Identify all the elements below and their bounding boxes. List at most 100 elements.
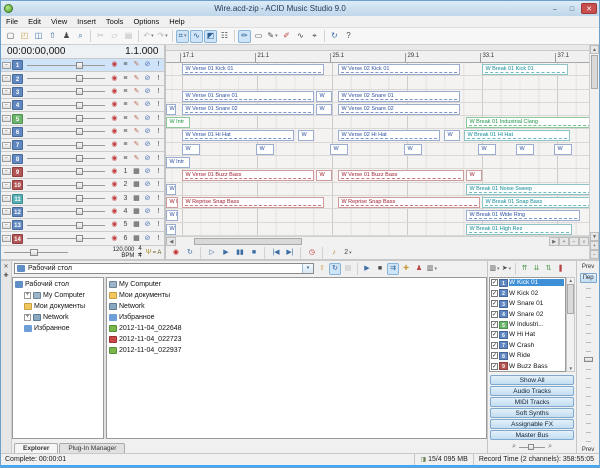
- metronome-button[interactable]: ♪: [328, 247, 339, 258]
- checkbox-icon[interactable]: ✓: [491, 311, 498, 318]
- auto-preview-icon[interactable]: ⇉: [387, 263, 399, 275]
- volume-slider-handle[interactable]: [76, 168, 83, 175]
- track-volume-slider[interactable]: [27, 141, 105, 150]
- volume-slider-handle[interactable]: [76, 62, 83, 69]
- minimize-track-icon[interactable]: −: [2, 75, 11, 82]
- timeline-track-row[interactable]: W InW Break 01 High Rez: [166, 223, 589, 236]
- go-to-end-button[interactable]: ▶|: [284, 247, 295, 258]
- minimize-button[interactable]: –: [547, 3, 563, 14]
- timeline-track-row[interactable]: W Verse 01 Snare 01WW Verse 02 Snare 01: [166, 90, 589, 103]
- clip[interactable]: W Intr: [166, 117, 190, 128]
- file-list-item[interactable]: My Computer: [107, 279, 486, 290]
- mute-icon[interactable]: ⊘: [142, 73, 152, 85]
- scroll-down-icon[interactable]: ▼: [590, 232, 599, 241]
- solo-icon[interactable]: !: [153, 139, 163, 151]
- cut-icon[interactable]: ✂: [94, 30, 107, 43]
- promote-track-icon[interactable]: ⇈: [519, 263, 530, 274]
- solo-icon[interactable]: !: [153, 166, 163, 178]
- paint-clip-icon[interactable]: ✎: [131, 126, 141, 138]
- hscroll-thumb[interactable]: [194, 238, 302, 245]
- solo-icon[interactable]: !: [153, 126, 163, 138]
- midi-channel-badge[interactable]: 1: [120, 166, 130, 178]
- paint-clip-icon[interactable]: ✎: [131, 86, 141, 98]
- track-volume-slider[interactable]: [27, 74, 105, 83]
- menu-file[interactable]: File: [1, 17, 23, 26]
- go-to-start-button[interactable]: |◀: [270, 247, 281, 258]
- input-routing-icon[interactable]: ≡: [120, 113, 130, 125]
- timeline-track-row[interactable]: W BrW Reprise Snap BassW Reprise Snap Ba…: [166, 196, 589, 209]
- refresh-icon[interactable]: ↻: [329, 263, 341, 275]
- minimize-track-icon[interactable]: −: [2, 102, 11, 109]
- scroll-left-icon[interactable]: ◀: [166, 237, 176, 246]
- paint-clip-icon[interactable]: ✎: [131, 153, 141, 165]
- volume-slider-handle[interactable]: [76, 155, 83, 162]
- clip[interactable]: W: [298, 130, 314, 141]
- clip[interactable]: W Verse 02 Hi Hat: [338, 130, 440, 141]
- stop-button[interactable]: ■: [248, 247, 259, 258]
- track-volume-slider[interactable]: [27, 207, 105, 216]
- track-chooser-item[interactable]: ✓5W Industri...: [490, 319, 565, 329]
- paint-clip-icon[interactable]: ✎: [131, 99, 141, 111]
- track-number-badge[interactable]: 5: [12, 114, 23, 124]
- mute-icon[interactable]: ⊘: [142, 153, 152, 165]
- piano-roll-icon[interactable]: ▦: [131, 166, 141, 178]
- midi-tracks-button[interactable]: MIDI Tracks: [490, 397, 574, 407]
- preview-fader-thumb[interactable]: [584, 357, 593, 362]
- checkbox-icon[interactable]: ✓: [491, 363, 498, 370]
- volume-slider-handle[interactable]: [76, 142, 83, 149]
- track-header[interactable]: −10◉2▦⊘!: [1, 179, 164, 192]
- vscroll-track[interactable]: [590, 54, 599, 232]
- arm-for-record-icon[interactable]: ◉: [109, 153, 119, 165]
- file-list-item[interactable]: 2012-11-04_022723: [107, 334, 486, 345]
- minimize-track-icon[interactable]: −: [2, 208, 11, 215]
- count-in-button[interactable]: 2▾: [342, 247, 353, 258]
- paint-clip-icon[interactable]: ✎: [131, 59, 141, 71]
- envelope-edit-icon[interactable]: ∿: [190, 30, 203, 43]
- track-number-badge[interactable]: 11: [12, 194, 23, 204]
- midi-channel-badge[interactable]: 3: [120, 193, 130, 205]
- track-volume-slider[interactable]: [27, 221, 105, 230]
- tree-item[interactable]: Избранное: [13, 323, 103, 334]
- mute-icon[interactable]: ⊘: [142, 219, 152, 231]
- project-key[interactable]: Ψ = A: [146, 249, 162, 256]
- search-media-icon[interactable]: ⌕: [74, 30, 87, 43]
- arm-for-record-icon[interactable]: ◉: [109, 126, 119, 138]
- clip[interactable]: W Verse 02 Kick 01: [338, 64, 460, 75]
- audio-tracks-button[interactable]: Audio Tracks: [490, 386, 574, 396]
- clip[interactable]: W Break 01 Wide Ring: [466, 210, 580, 221]
- timeline-track-row[interactable]: W InW Verse 01 Snare 02WW Verse 02 Snare…: [166, 103, 589, 116]
- timeline-track-row[interactable]: W Verse 01 Hi HatWW Verse 02 Hi HatWW Br…: [166, 129, 589, 142]
- track-chooser-item[interactable]: ✓6W Hi Hat: [490, 330, 565, 340]
- track-chooser-item[interactable]: ✓1W Kick 01: [490, 278, 565, 288]
- mute-icon[interactable]: ⊘: [142, 99, 152, 111]
- file-list-item[interactable]: 2012-11-04_022937: [107, 345, 486, 356]
- track-volume-slider[interactable]: [27, 101, 105, 110]
- start-preview-icon[interactable]: ▶: [361, 263, 373, 275]
- track-header[interactable]: −9◉1▦⊘!: [1, 166, 164, 179]
- volume-slider-handle[interactable]: [76, 182, 83, 189]
- timeline-track-row[interactable]: W Intr: [166, 156, 589, 169]
- zoom-out-time-icon[interactable]: −: [569, 237, 579, 246]
- track-number-badge[interactable]: 14: [12, 234, 23, 244]
- solo-icon[interactable]: !: [153, 206, 163, 218]
- clip[interactable]: W Reprise Snap Bass: [338, 197, 480, 208]
- volume-slider-handle[interactable]: [76, 115, 83, 122]
- soft-synths-button[interactable]: Soft Synths: [490, 408, 574, 418]
- mute-icon[interactable]: ⊘: [142, 166, 152, 178]
- timeline-track-row[interactable]: [166, 76, 589, 89]
- play-button[interactable]: ▶: [220, 247, 231, 258]
- zoom-slider[interactable]: [519, 443, 545, 451]
- input-routing-icon[interactable]: ≡: [120, 73, 130, 85]
- solo-icon[interactable]: !: [153, 99, 163, 111]
- track-volume-slider[interactable]: [27, 154, 105, 163]
- piano-roll-icon[interactable]: ▦: [131, 219, 141, 231]
- piano-roll-icon[interactable]: ▦: [131, 233, 141, 245]
- mute-icon[interactable]: ⊘: [142, 113, 152, 125]
- clip[interactable]: W Verse 01 Snare 02: [182, 104, 314, 115]
- pause-button[interactable]: ▮▮: [234, 247, 245, 258]
- master-bus-button[interactable]: Master Bus: [490, 430, 574, 440]
- preview-fader[interactable]: [584, 288, 593, 442]
- clip[interactable]: W: [316, 104, 332, 115]
- expand-icon[interactable]: +: [24, 292, 31, 299]
- dock-pin-icon[interactable]: ✚: [3, 272, 8, 279]
